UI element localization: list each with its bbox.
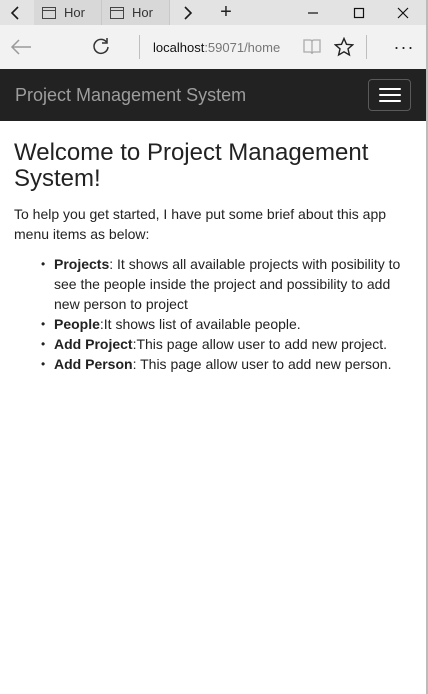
item-title: People [54, 316, 100, 332]
navbar-toggle-button[interactable] [368, 79, 411, 111]
maximize-button[interactable] [336, 0, 382, 25]
navbar-brand[interactable]: Project Management System [15, 69, 246, 121]
more-button[interactable]: ··· [386, 25, 422, 69]
item-description: : This page allow user to add new person… [132, 356, 392, 372]
page-icon [110, 6, 124, 19]
url-host: localhost [153, 39, 205, 55]
intro-text: To help you get started, I have put some… [14, 206, 387, 242]
chevron-left-icon [10, 5, 19, 20]
refresh-button[interactable] [86, 25, 116, 69]
list-item: Add Person: This page allow user to add … [41, 354, 414, 374]
chevron-right-icon [184, 5, 193, 20]
tab-scroll-right-button[interactable] [173, 0, 203, 25]
hamburger-icon-bar [378, 100, 401, 102]
toolbar-separator [366, 35, 367, 59]
close-icon [397, 7, 409, 18]
browser-tab[interactable]: Hor [102, 0, 170, 25]
new-tab-button[interactable]: + [210, 0, 242, 25]
list-item: Projects: It shows all available project… [41, 254, 414, 314]
reading-view-button[interactable] [300, 25, 324, 69]
browser-tab[interactable]: Hor [34, 0, 102, 25]
list-item: People:It shows list of available people… [41, 314, 414, 334]
menu-items-list: Projects: It shows all available project… [14, 254, 414, 374]
favorite-star-icon [334, 37, 354, 57]
back-arrow-icon [10, 39, 31, 55]
item-title: Add Person [54, 356, 133, 372]
hamburger-icon-bar [378, 94, 401, 96]
browser-tab-label: Hor [132, 5, 153, 20]
list-item: Add Project:This page allow user to add … [41, 334, 414, 354]
reading-view-icon [303, 39, 321, 55]
item-title: Add Project [54, 336, 133, 352]
url-path: :59071/home [204, 39, 281, 55]
item-description: :This page allow user to add new project… [132, 336, 388, 352]
favorite-button[interactable] [332, 25, 356, 69]
back-button[interactable] [6, 25, 36, 69]
close-window-button[interactable] [380, 0, 426, 25]
item-title: Projects [54, 256, 110, 272]
refresh-icon [93, 38, 109, 55]
minimize-button[interactable] [290, 0, 336, 25]
browser-address-bar: localhost:59071/home ··· [0, 25, 428, 69]
page-title: Welcome to Project Management System! [14, 139, 369, 192]
tab-scroll-left-button[interactable] [0, 0, 30, 25]
page-icon [42, 6, 56, 19]
main-content: Welcome to Project Management System! To… [14, 139, 414, 375]
item-description: :It shows list of available people. [99, 316, 301, 332]
address-separator [139, 35, 140, 59]
browser-tab-label: Hor [64, 5, 85, 20]
hamburger-icon-bar [378, 88, 401, 90]
address-input[interactable]: localhost:59071/home [153, 25, 280, 69]
minimize-icon [308, 11, 318, 14]
browser-tab-strip: Hor Hor + [0, 0, 428, 25]
app-navbar: Project Management System [0, 69, 428, 121]
maximize-icon [353, 7, 365, 18]
